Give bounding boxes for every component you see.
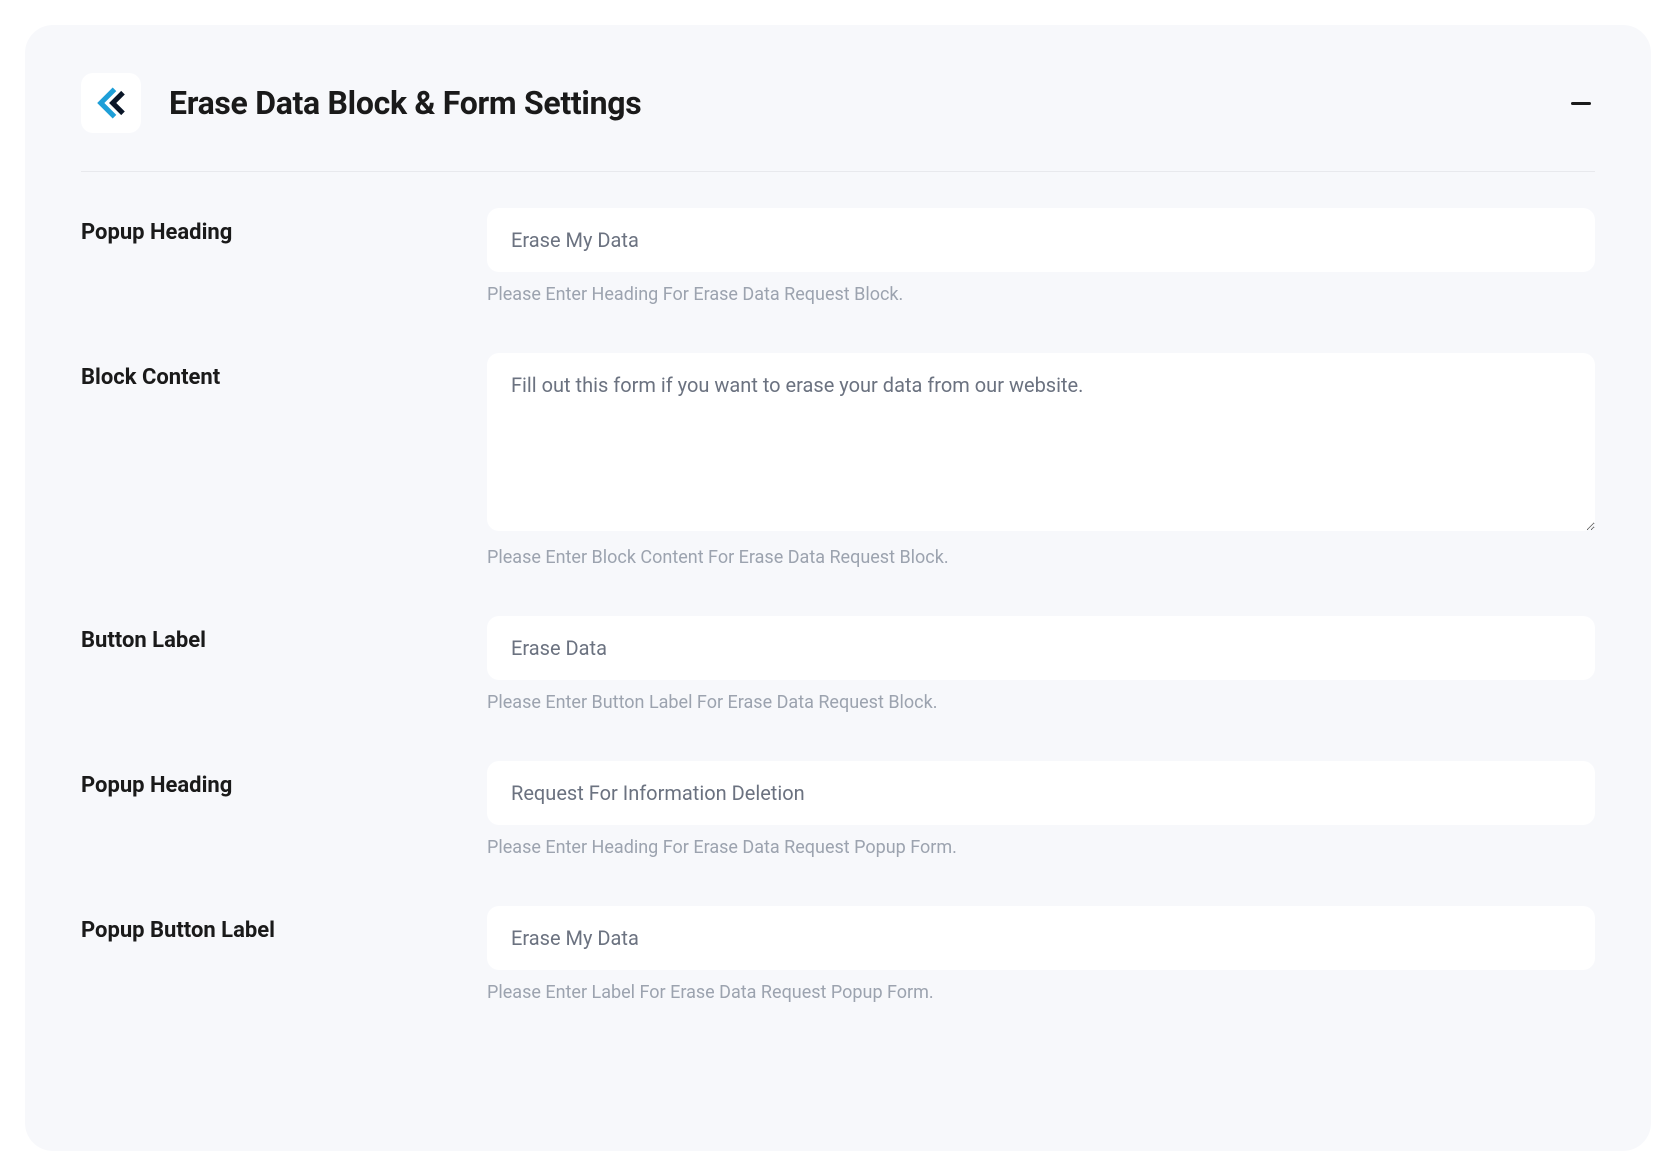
panel-title: Erase Data Block & Form Settings bbox=[169, 84, 641, 122]
minus-icon bbox=[1571, 102, 1591, 105]
popup-heading-input[interactable] bbox=[487, 208, 1595, 272]
collapse-button[interactable] bbox=[1567, 89, 1595, 117]
popup-button-label-input[interactable] bbox=[487, 906, 1595, 970]
field-label: Popup Heading bbox=[81, 208, 487, 305]
panel-header-left: Erase Data Block & Form Settings bbox=[81, 73, 641, 133]
block-content-textarea[interactable] bbox=[487, 353, 1595, 531]
field-control-wrap: Please Enter Block Content For Erase Dat… bbox=[487, 353, 1595, 568]
form-row-popup-button-label: Popup Button Label Please Enter Label Fo… bbox=[81, 906, 1595, 1003]
chevron-logo-icon bbox=[94, 86, 128, 120]
field-control-wrap: Please Enter Label For Erase Data Reques… bbox=[487, 906, 1595, 1003]
form-row-popup-heading-2: Popup Heading Please Enter Heading For E… bbox=[81, 761, 1595, 858]
form-row-block-content: Block Content Please Enter Block Content… bbox=[81, 353, 1595, 568]
help-text: Please Enter Heading For Erase Data Requ… bbox=[487, 284, 1595, 305]
logo-box bbox=[81, 73, 141, 133]
button-label-input[interactable] bbox=[487, 616, 1595, 680]
form-row-button-label: Button Label Please Enter Button Label F… bbox=[81, 616, 1595, 713]
field-control-wrap: Please Enter Heading For Erase Data Requ… bbox=[487, 208, 1595, 305]
field-label: Button Label bbox=[81, 616, 487, 713]
help-text: Please Enter Block Content For Erase Dat… bbox=[487, 547, 1595, 568]
help-text: Please Enter Label For Erase Data Reques… bbox=[487, 982, 1595, 1003]
field-label: Popup Heading bbox=[81, 761, 487, 858]
popup-heading-2-input[interactable] bbox=[487, 761, 1595, 825]
settings-panel: Erase Data Block & Form Settings Popup H… bbox=[25, 25, 1651, 1151]
panel-header: Erase Data Block & Form Settings bbox=[81, 73, 1595, 172]
field-control-wrap: Please Enter Button Label For Erase Data… bbox=[487, 616, 1595, 713]
field-label: Block Content bbox=[81, 353, 487, 568]
form-row-popup-heading-1: Popup Heading Please Enter Heading For E… bbox=[81, 208, 1595, 305]
help-text: Please Enter Heading For Erase Data Requ… bbox=[487, 837, 1595, 858]
help-text: Please Enter Button Label For Erase Data… bbox=[487, 692, 1595, 713]
field-control-wrap: Please Enter Heading For Erase Data Requ… bbox=[487, 761, 1595, 858]
field-label: Popup Button Label bbox=[81, 906, 487, 1003]
